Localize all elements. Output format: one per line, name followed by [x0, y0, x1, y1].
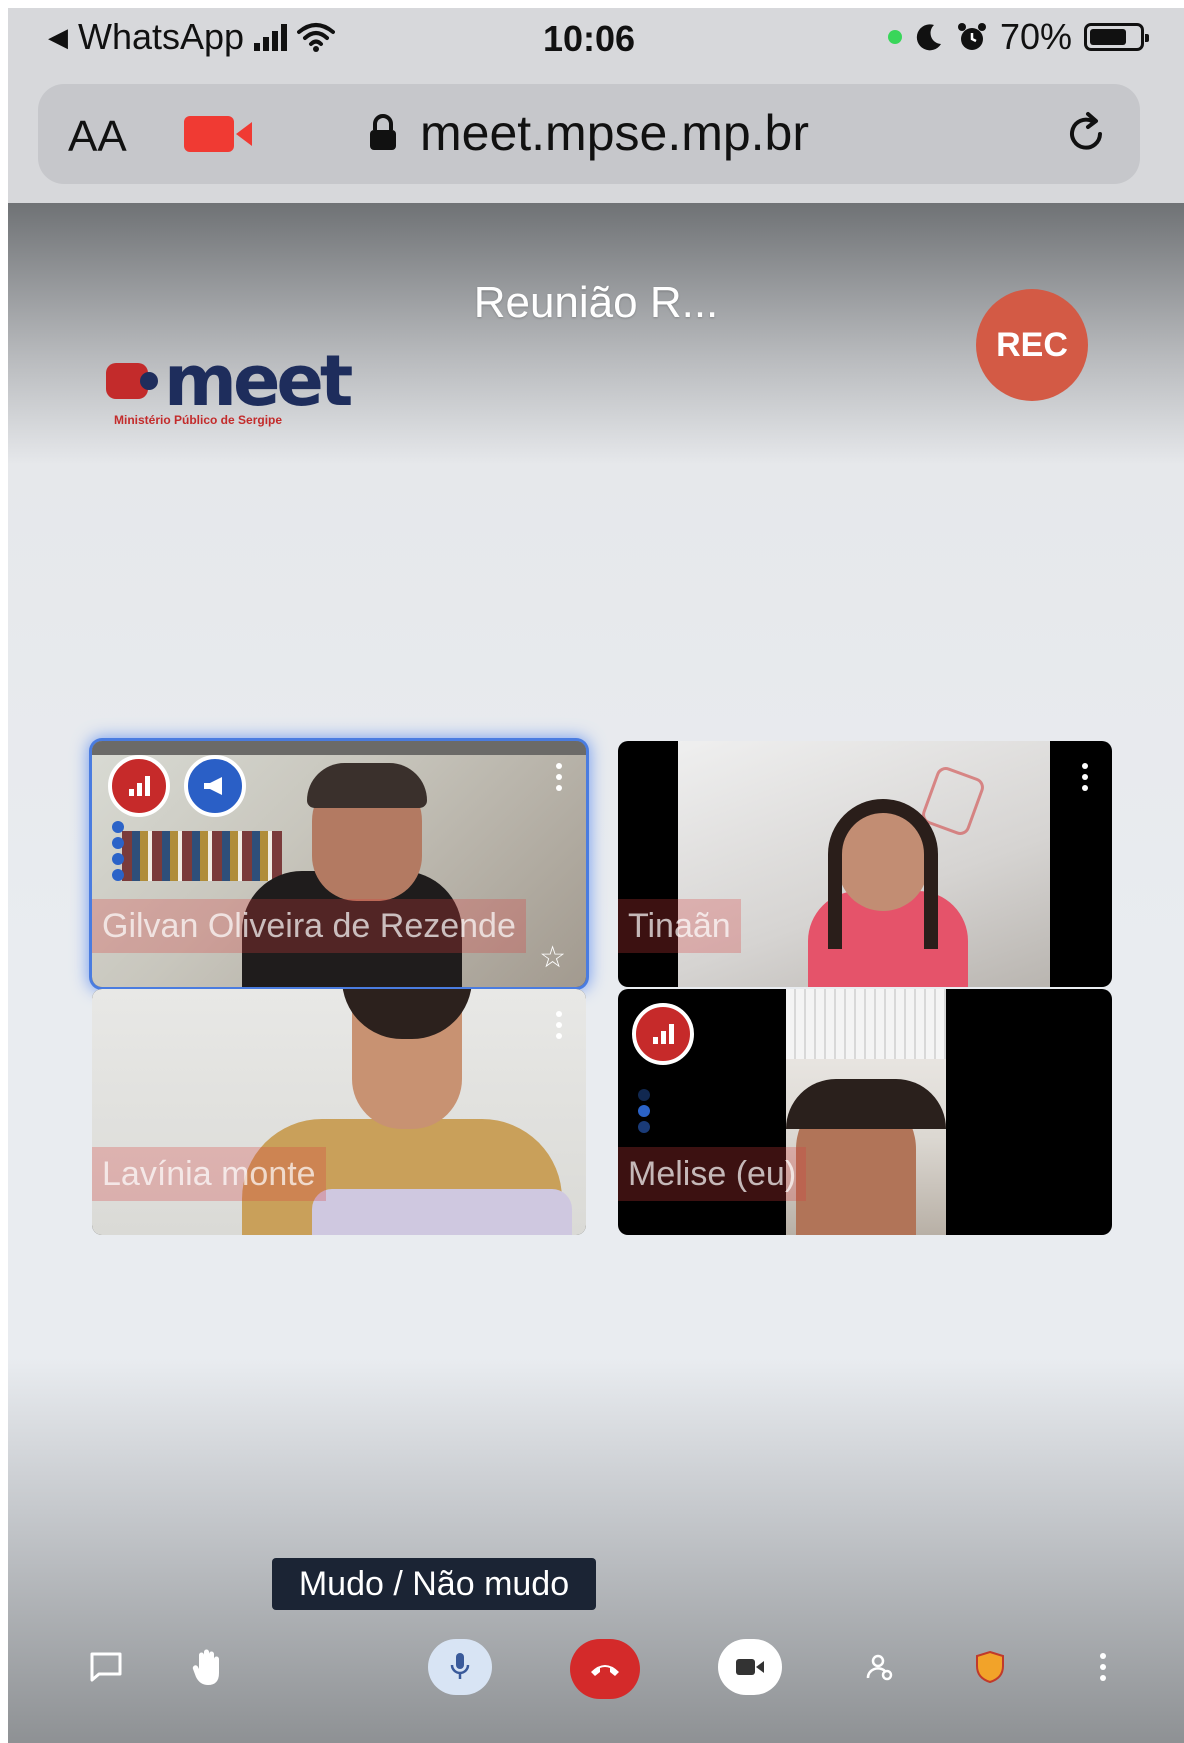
camera-active-icon[interactable]	[184, 114, 254, 154]
back-app-label[interactable]: WhatsApp	[78, 16, 244, 58]
lock-icon	[370, 114, 396, 150]
connection-quality-icon[interactable]	[108, 755, 170, 817]
more-icon[interactable]	[1082, 763, 1088, 791]
mute-tooltip: Mudo / Não mudo	[272, 1558, 596, 1610]
participant-name: Lavínia monte	[92, 1147, 326, 1201]
wifi-icon	[297, 23, 336, 52]
battery-icon	[1084, 23, 1149, 51]
chat-icon[interactable]	[86, 1639, 126, 1695]
cellular-signal-icon	[254, 23, 288, 51]
text-size-button[interactable]: AA	[68, 112, 127, 162]
back-arrow-icon[interactable]: ◀	[48, 22, 68, 53]
participant-name: Tinaãn	[618, 899, 741, 953]
url-text[interactable]: meet.mpse.mp.br	[420, 104, 809, 162]
audio-level-indicator	[638, 1089, 650, 1133]
security-shield-icon[interactable]	[970, 1639, 1010, 1695]
logo-mark	[106, 363, 158, 399]
meeting-toolbar	[8, 1623, 1184, 1723]
participant-tile[interactable]: Lavínia monte	[92, 989, 586, 1235]
battery-percent: 70%	[999, 16, 1072, 57]
participant-tile[interactable]: Melise (eu)	[618, 989, 1112, 1235]
browser-address-area: AA meet.mpse.mp.br	[8, 78, 1184, 203]
participant-name: Melise (eu)	[618, 1147, 807, 1201]
microphone-icon[interactable]	[428, 1639, 492, 1695]
logo-word: meet	[164, 340, 353, 422]
participant-tile[interactable]: Tinaãn	[618, 741, 1112, 987]
recording-badge: REC	[976, 289, 1088, 401]
alarm-icon	[957, 23, 986, 50]
ios-status-bar: ◀ WhatsApp 10:06 70%	[8, 8, 1184, 78]
participant-name: Gilvan Oliveira de Rezende	[92, 899, 526, 953]
participants-icon[interactable]	[860, 1639, 900, 1695]
more-icon[interactable]	[556, 1011, 562, 1039]
moon-icon	[916, 24, 941, 51]
meeting-stage: Reunião R... REC meet Ministério Público…	[8, 203, 1184, 1743]
clock: 10:06	[543, 18, 636, 59]
dominant-speaker-icon	[184, 755, 246, 817]
camera-icon[interactable]	[718, 1639, 782, 1695]
participant-video	[786, 989, 946, 1235]
raise-hand-icon[interactable]	[186, 1639, 230, 1695]
address-bar[interactable]: AA meet.mpse.mp.br	[38, 84, 1140, 184]
hangup-icon[interactable]	[570, 1639, 640, 1699]
connection-quality-icon[interactable]	[632, 1003, 694, 1065]
audio-level-indicator	[112, 821, 124, 881]
reload-icon[interactable]	[1062, 110, 1110, 158]
meet-logo: meet Ministério Público de Sergipe	[106, 340, 353, 427]
camera-in-use-indicator	[887, 30, 902, 44]
participant-tile[interactable]: Gilvan Oliveira de Rezende ☆	[92, 741, 586, 987]
more-icon[interactable]	[556, 763, 562, 791]
more-icon[interactable]	[1088, 1639, 1118, 1695]
star-icon: ☆	[539, 941, 566, 974]
